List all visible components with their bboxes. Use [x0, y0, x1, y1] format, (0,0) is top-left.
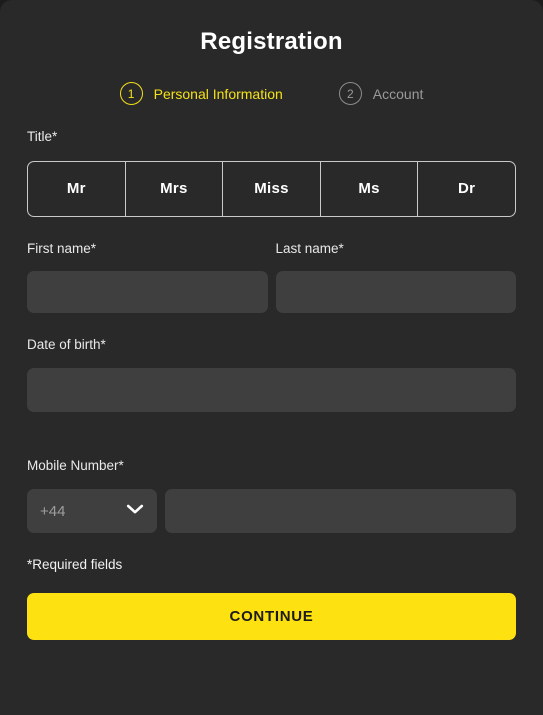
stepper-step-account[interactable]: 2 Account	[338, 82, 424, 105]
last-name-label: Last name*	[275, 240, 344, 256]
mobile-number-input[interactable]	[165, 489, 516, 533]
mobile-number-row: +44	[27, 489, 516, 533]
registration-card: Registration 1 Personal Information 2 Ac…	[0, 0, 543, 715]
stepper-step-personal-information[interactable]: 1 Personal Information	[119, 82, 283, 105]
title-option-dr[interactable]: Dr	[417, 161, 515, 216]
chevron-down-icon	[126, 502, 144, 520]
first-name-input[interactable]	[27, 271, 268, 313]
name-labels-row: First name* Last name*	[27, 240, 516, 256]
required-fields-note: *Required fields	[27, 557, 123, 572]
date-of-birth-input[interactable]	[27, 367, 516, 412]
title-option-mr[interactable]: Mr	[28, 162, 125, 216]
country-code-value: +44	[40, 502, 66, 520]
title-field-group: Title* Mr Mrs Miss Ms Dr	[27, 130, 516, 217]
step-label: Personal Information	[153, 85, 283, 102]
title-field-label: Title*	[27, 129, 58, 144]
name-fields-group: First name* Last name*	[27, 240, 516, 313]
page-title: Registration	[200, 28, 343, 55]
mobile-field-group: Mobile Number* +44	[27, 457, 516, 533]
step-number-badge: 2	[338, 82, 362, 105]
continue-button[interactable]: CONTINUE	[27, 593, 516, 640]
name-inputs-row	[27, 271, 516, 313]
step-number-badge: 1	[119, 82, 143, 105]
date-of-birth-label: Date of birth*	[27, 337, 106, 352]
last-name-input[interactable]	[275, 271, 516, 313]
title-option-ms[interactable]: Ms	[319, 161, 418, 216]
dob-field-group: Date of birth*	[27, 338, 516, 412]
mobile-number-label: Mobile Number*	[27, 457, 124, 473]
title-segmented-control[interactable]: Mr Mrs Miss Ms Dr	[27, 160, 516, 217]
registration-stepper: 1 Personal Information 2 Account	[27, 82, 516, 105]
app-screen: Registration 1 Personal Information 2 Ac…	[0, 0, 543, 715]
country-code-select[interactable]: +44	[27, 489, 157, 533]
title-option-mrs[interactable]: Mrs	[124, 161, 223, 216]
first-name-label: First name*	[27, 240, 97, 256]
step-label: Account	[372, 85, 424, 102]
title-option-miss[interactable]: Miss	[222, 161, 320, 216]
